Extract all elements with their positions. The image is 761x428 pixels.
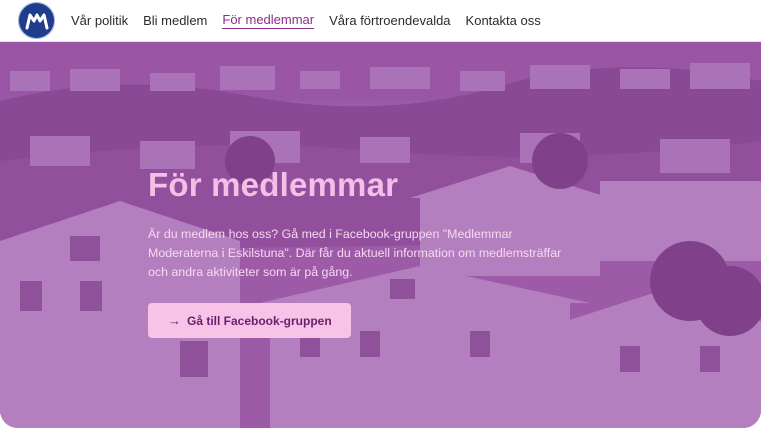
hero-description: Är du medlem hos oss? Gå med i Facebook-…: [148, 227, 562, 279]
top-navigation: Vår politik Bli medlem För medlemmar Vår…: [0, 0, 761, 42]
page: Vår politik Bli medlem För medlemmar Vår…: [0, 0, 761, 428]
page-title: För medlemmar: [148, 166, 399, 203]
hero-content: För medlemmar Är du medlem hos oss? Gå m…: [148, 165, 578, 338]
nav-link-var-politik[interactable]: Vår politik: [71, 13, 128, 29]
nav-link-kontakta-oss[interactable]: Kontakta oss: [466, 13, 541, 29]
nav-link-bli-medlem[interactable]: Bli medlem: [143, 13, 207, 29]
nav-link-for-medlemmar[interactable]: För medlemmar: [222, 12, 315, 29]
main-menu: Vår politik Bli medlem För medlemmar Vår…: [71, 12, 541, 29]
arrow-right-icon: →: [168, 313, 181, 328]
facebook-group-button-label: Gå till Facebook-gruppen: [187, 313, 332, 328]
nav-link-vara-fortroendevalda[interactable]: Våra förtroendevalda: [329, 13, 450, 29]
hero-section: För medlemmar Är du medlem hos oss? Gå m…: [0, 41, 761, 428]
facebook-group-button[interactable]: → Gå till Facebook-gruppen: [148, 303, 351, 338]
moderaterna-logo-icon[interactable]: [18, 2, 55, 39]
